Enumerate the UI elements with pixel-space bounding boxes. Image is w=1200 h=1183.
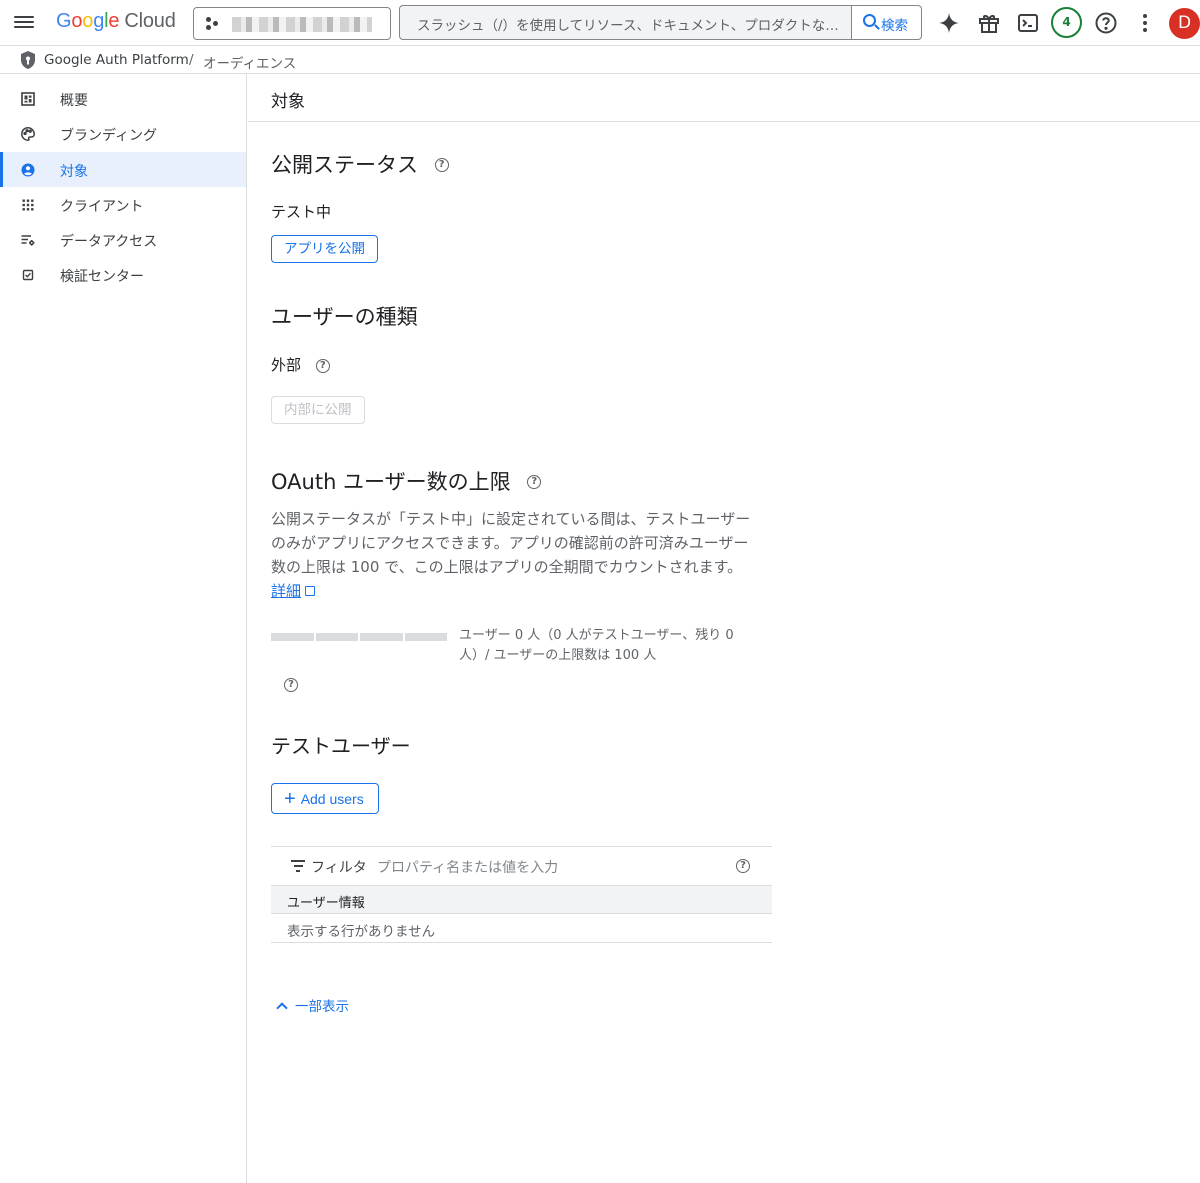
cloud-shell-terminal-icon[interactable]: [1016, 11, 1040, 35]
sidebar-item-label: クライアント: [60, 199, 144, 215]
sidebar-item-clients[interactable]: クライアント: [0, 187, 246, 222]
search-placeholder: スラッシュ（/）を使用してリソース、ドキュメント、プロダクトなど…: [417, 18, 849, 34]
make-internal-button: 内部に公開: [271, 396, 365, 424]
google-cloud-logo[interactable]: Google Cloud: [56, 10, 176, 33]
dashboard-icon: [20, 91, 36, 107]
sidebar-item-label: データアクセス: [60, 234, 158, 250]
user-quota-progress-bar: [271, 633, 447, 641]
user-type-value: 外部: [271, 356, 302, 374]
help-icon[interactable]: [1094, 11, 1118, 35]
palette-icon: [20, 126, 36, 142]
apps-grid-icon: [20, 197, 36, 213]
sidebar-nav: 概要 ブランディング 対象 クライアント データアクセス 検証センター: [0, 74, 247, 1183]
sidebar-item-overview[interactable]: 概要: [0, 81, 246, 116]
more-vert-icon[interactable]: [1133, 11, 1157, 35]
sidebar-item-verification-center[interactable]: 検証センター: [0, 257, 246, 292]
top-app-bar: Google Cloud スラッシュ（/）を使用してリソース、ドキュメント、プロダ…: [0, 0, 1200, 46]
publish-status-heading: 公開ステータス ?: [271, 149, 449, 179]
sidebar-item-audience[interactable]: 対象: [0, 152, 246, 187]
main-content: 対象 公開ステータス ? テスト中 アプリを公開 ユーザーの種類 外部 ? 内部…: [248, 74, 1200, 1183]
breadcrumb: Google Auth Platform / オーディエンス: [0, 47, 1200, 74]
project-picker[interactable]: [193, 7, 391, 40]
table-header-row: ユーザー情報: [271, 886, 772, 914]
sidebar-item-label: 対象: [60, 164, 88, 180]
oauth-user-cap-help-icon[interactable]: ?: [527, 475, 542, 489]
add-users-button[interactable]: + Add users: [271, 783, 379, 814]
account-avatar[interactable]: D: [1169, 8, 1200, 39]
sidebar-item-branding[interactable]: ブランディング: [0, 116, 246, 151]
sidebar-item-data-access[interactable]: データアクセス: [0, 222, 246, 257]
page-title: 対象: [271, 92, 305, 112]
filter-list-icon[interactable]: [291, 860, 305, 872]
chevron-up-icon: [276, 1002, 288, 1014]
filter-input[interactable]: プロパティ名または値を入力: [377, 857, 558, 877]
user-quota-help-icon[interactable]: ?: [284, 678, 298, 692]
user-quota-text: ユーザー 0 人（0 人がテストユーザー、残り 0 人）/ ユーザーの上限数は …: [459, 628, 734, 663]
sidebar-item-label: 検証センター: [60, 269, 144, 285]
notifications-count-badge[interactable]: 4: [1051, 7, 1082, 38]
user-type-help-icon[interactable]: ?: [315, 358, 330, 373]
search-icon: [863, 14, 876, 27]
column-header-user-info[interactable]: ユーザー情報: [287, 892, 365, 911]
shield-icon: [21, 51, 35, 69]
user-type-value-row: 外部 ?: [271, 354, 330, 375]
gift-icon[interactable]: [977, 11, 1001, 35]
sidebar-item-label: ブランディング: [60, 128, 158, 144]
publish-status-value: テスト中: [271, 203, 332, 221]
data-settings-icon: [20, 232, 36, 248]
account-circle-icon: [20, 162, 36, 178]
table-filter-bar: フィルタ プロパティ名または値を入力 ?: [271, 846, 772, 886]
oauth-user-cap-heading: OAuth ユーザー数の上限 ?: [271, 466, 542, 496]
test-users-heading: テストユーザー: [271, 734, 411, 758]
empty-table-message: 表示する行がありません: [287, 924, 436, 940]
filter-help-icon[interactable]: ?: [736, 859, 750, 873]
search-input[interactable]: スラッシュ（/）を使用してリソース、ドキュメント、プロダクトなど… 検索: [399, 5, 922, 40]
user-type-heading: ユーザーの種類: [271, 305, 418, 329]
project-hub-icon: [206, 17, 220, 31]
page-header: 対象: [248, 74, 1200, 122]
checkbox-icon: [20, 267, 36, 283]
show-less-link[interactable]: 一部表示: [275, 995, 349, 1015]
publish-status-help-icon[interactable]: ?: [434, 158, 449, 172]
project-name-redacted: [232, 17, 372, 32]
publish-app-button[interactable]: アプリを公開: [271, 235, 378, 263]
search-button[interactable]: 検索: [851, 6, 921, 39]
oauth-user-cap-description: 公開ステータスが「テスト中」に設定されている間は、テストユーザー のみがアプリに…: [271, 510, 751, 600]
breadcrumb-product-link[interactable]: Google Auth Platform: [44, 52, 189, 68]
test-users-table: フィルタ プロパティ名または値を入力 ? ユーザー情報 表示する行がありません: [271, 846, 772, 943]
table-empty-row: 表示する行がありません: [271, 914, 772, 943]
learn-more-link[interactable]: 詳細: [271, 582, 301, 600]
filter-label: フィルタ: [311, 860, 367, 876]
main-menu-icon[interactable]: [14, 13, 34, 31]
gemini-sparkle-icon[interactable]: [937, 11, 961, 35]
plus-icon: +: [284, 788, 296, 810]
breadcrumb-separator: /: [189, 52, 194, 68]
breadcrumb-current: オーディエンス: [203, 56, 297, 72]
open-in-new-icon: [305, 586, 316, 596]
sidebar-item-label: 概要: [60, 93, 88, 109]
